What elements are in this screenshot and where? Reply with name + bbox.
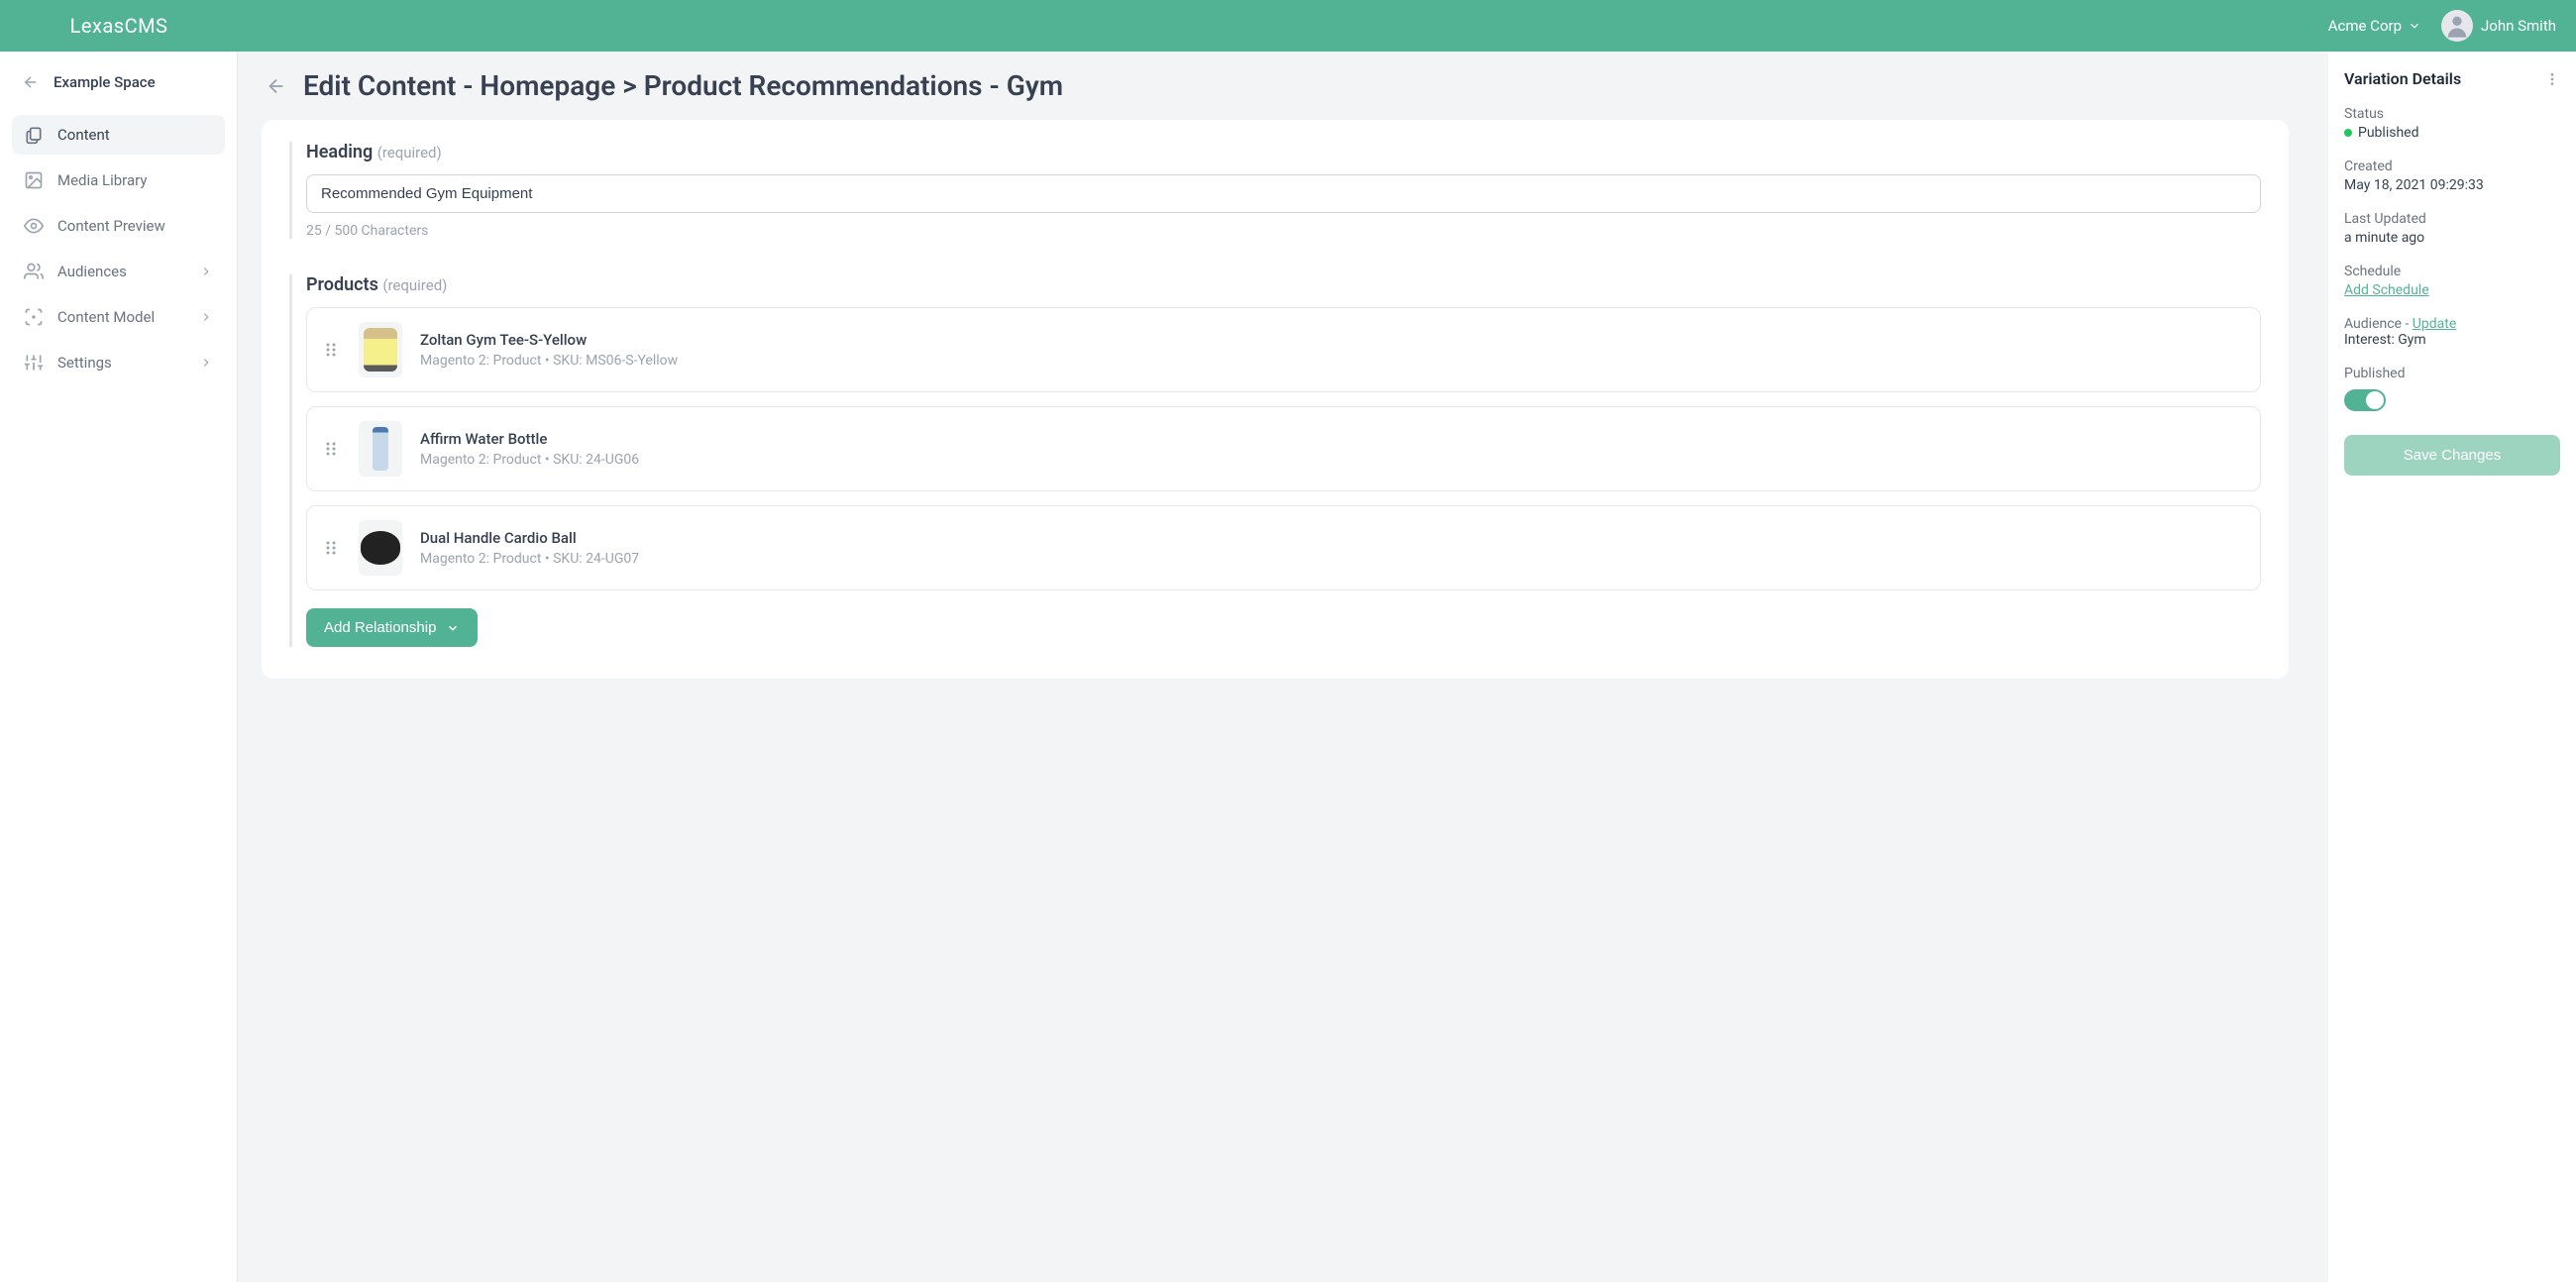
field-label-text: Products (306, 274, 378, 295)
page-title: Edit Content - Homepage > Product Recomm… (303, 69, 1063, 102)
space-name: Example Space (54, 73, 156, 91)
schedule-block: Schedule Add Schedule (2344, 264, 2560, 298)
created-label: Created (2344, 159, 2560, 174)
drag-handle-icon[interactable] (325, 441, 341, 457)
product-meta: Magento 2: Product • SKU: MS06-S-Yellow (420, 353, 2242, 369)
product-thumbnail (359, 322, 402, 377)
users-icon (24, 262, 44, 281)
chevron-right-icon (199, 265, 213, 278)
logo-area: LexasCMS (0, 0, 238, 52)
org-selector[interactable]: Acme Corp (2328, 17, 2421, 35)
product-title: Dual Handle Cardio Ball (420, 529, 2242, 547)
target-icon (24, 307, 44, 327)
avatar (2441, 10, 2473, 42)
schedule-label: Schedule (2344, 264, 2560, 279)
sliders-icon (24, 353, 44, 373)
product-title: Affirm Water Bottle (420, 430, 2242, 448)
add-relationship-button[interactable]: Add Relationship (306, 608, 478, 647)
status-dot-icon (2344, 129, 2352, 137)
drag-handle-icon[interactable] (325, 342, 341, 358)
chevron-right-icon (199, 310, 213, 324)
details-title: Variation Details (2344, 69, 2461, 88)
sidebar: Example Space Content Media Library (0, 52, 238, 1282)
save-changes-button[interactable]: Save Changes (2344, 435, 2560, 476)
field-required: (required) (382, 276, 447, 294)
status-label: Status (2344, 106, 2560, 122)
add-relationship-label: Add Relationship (324, 619, 436, 636)
sidebar-item-content-model[interactable]: Content Model (12, 297, 225, 337)
copy-icon (24, 125, 44, 145)
char-count: 25 / 500 Characters (306, 223, 2261, 239)
sidebar-item-content-preview[interactable]: Content Preview (12, 206, 225, 246)
field-required: (required) (377, 144, 442, 161)
chevron-right-icon (199, 356, 213, 370)
back-button[interactable] (262, 71, 291, 101)
product-thumbnail (359, 421, 402, 477)
brand-logo: LexasCMS (70, 14, 168, 38)
field-products: Products (required) Zoltan Gym Tee-S-Yel (289, 274, 2261, 647)
status-block: Status Published (2344, 106, 2560, 141)
editor-card: Heading (required) 25 / 500 Characters P… (262, 120, 2289, 679)
sidebar-item-media-library[interactable]: Media Library (12, 160, 225, 200)
created-value: May 18, 2021 09:29:33 (2344, 177, 2560, 193)
sidebar-item-label: Content Preview (57, 217, 165, 235)
eye-icon (24, 216, 44, 236)
sidebar-item-settings[interactable]: Settings (12, 343, 225, 382)
published-toggle[interactable] (2344, 389, 2386, 411)
audience-block: Audience - Update Interest: Gym (2344, 316, 2560, 348)
chevron-down-icon (446, 621, 460, 635)
sidebar-item-label: Settings (57, 354, 112, 372)
product-meta: Magento 2: Product • SKU: 24-UG06 (420, 452, 2242, 468)
sidebar-item-label: Content Model (57, 308, 155, 326)
published-label: Published (2344, 366, 2560, 381)
updated-block: Last Updated a minute ago (2344, 211, 2560, 246)
sidebar-item-label: Content (57, 126, 110, 144)
product-thumbnail (359, 520, 402, 576)
product-item[interactable]: Dual Handle Cardio Ball Magento 2: Produ… (306, 505, 2261, 590)
updated-label: Last Updated (2344, 211, 2560, 227)
drag-handle-icon[interactable] (325, 540, 341, 556)
sidebar-item-label: Media Library (57, 171, 147, 189)
product-title: Zoltan Gym Tee-S-Yellow (420, 331, 2242, 349)
arrow-left-icon (22, 73, 40, 91)
audience-label: Audience - (2344, 316, 2413, 332)
sidebar-item-content[interactable]: Content (12, 115, 225, 155)
sidebar-item-audiences[interactable]: Audiences (12, 252, 225, 291)
product-item[interactable]: Zoltan Gym Tee-S-Yellow Magento 2: Produ… (306, 307, 2261, 392)
details-panel: Variation Details Status Published Creat… (2328, 52, 2576, 1282)
product-item[interactable]: Affirm Water Bottle Magento 2: Product •… (306, 406, 2261, 491)
user-name: John Smith (2481, 17, 2556, 35)
product-meta: Magento 2: Product • SKU: 24-UG07 (420, 551, 2242, 567)
kebab-menu[interactable] (2544, 71, 2560, 87)
audience-update-link[interactable]: Update (2413, 316, 2456, 332)
chevron-down-icon (2408, 19, 2421, 33)
sidebar-item-label: Audiences (57, 263, 127, 280)
updated-value: a minute ago (2344, 230, 2560, 246)
created-block: Created May 18, 2021 09:29:33 (2344, 159, 2560, 193)
space-header[interactable]: Example Space (12, 65, 225, 99)
audience-value: Interest: Gym (2344, 332, 2560, 348)
heading-input[interactable] (306, 174, 2261, 213)
topbar: LexasCMS Acme Corp John Smith (0, 0, 2576, 52)
field-heading: Heading (required) 25 / 500 Characters (289, 142, 2261, 239)
image-icon (24, 170, 44, 190)
org-name: Acme Corp (2328, 17, 2402, 35)
user-menu[interactable]: John Smith (2441, 10, 2556, 42)
field-label-text: Heading (306, 142, 373, 162)
status-value: Published (2358, 125, 2418, 141)
add-schedule-link[interactable]: Add Schedule (2344, 282, 2429, 298)
published-block: Published (2344, 366, 2560, 411)
